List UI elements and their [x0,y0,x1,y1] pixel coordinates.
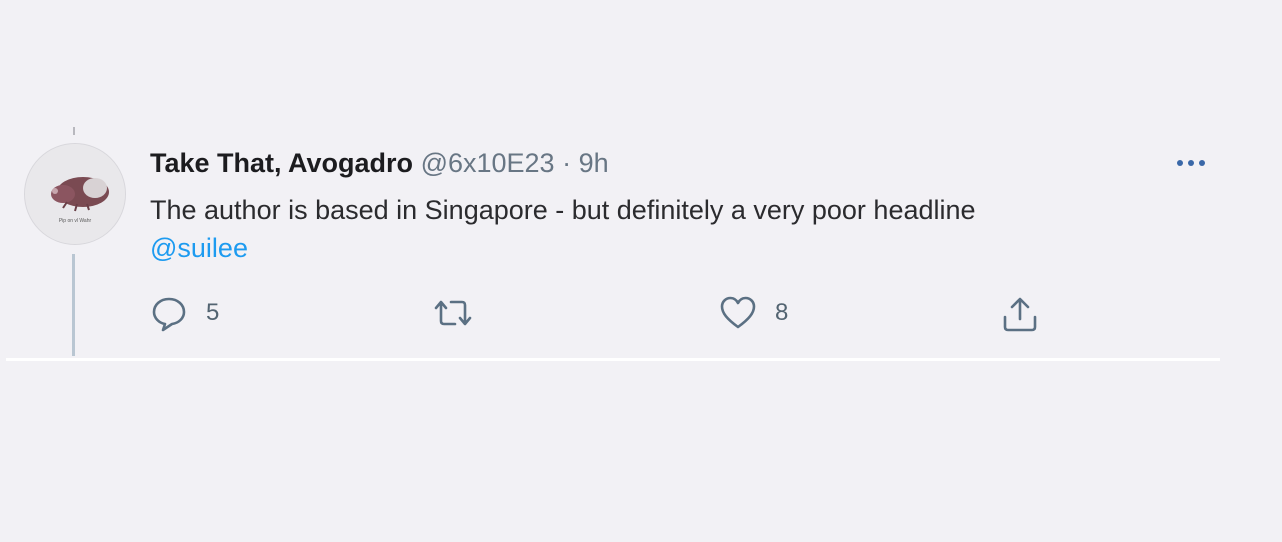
heart-icon [720,296,756,329]
thread-line [72,254,75,356]
reply-icon [152,297,186,332]
share-button[interactable] [1000,294,1040,334]
tweet-divider [6,358,1220,361]
more-button[interactable] [1170,148,1212,178]
separator-dot: · [562,148,572,178]
share-icon [1003,297,1037,332]
retweet-icon [434,300,472,326]
like-button[interactable]: 8 [719,294,788,332]
avatar[interactable]: Pip on vl Wahr [24,143,126,245]
more-icon [1177,160,1205,166]
author-handle[interactable]: @6x10E23 [421,148,555,178]
avatar-caption: Pip on vl Wahr [59,218,92,224]
tweet-text: The author is based in Singapore - but d… [150,195,976,225]
tweet[interactable]: Pip on vl Wahr Take That, Avogadro @6x10… [0,0,1282,542]
thread-line-top [73,127,75,135]
tweet-header: Take That, Avogadro @6x10E23 · 9h [150,146,609,180]
reply-button[interactable]: 5 [150,294,219,332]
timestamp[interactable]: 9h [579,148,609,178]
like-count: 8 [775,299,789,326]
reply-count: 5 [206,299,220,326]
author-name[interactable]: Take That, Avogadro [150,148,413,178]
retweet-button[interactable] [430,294,494,332]
mention-link[interactable]: @suilee [150,229,248,267]
